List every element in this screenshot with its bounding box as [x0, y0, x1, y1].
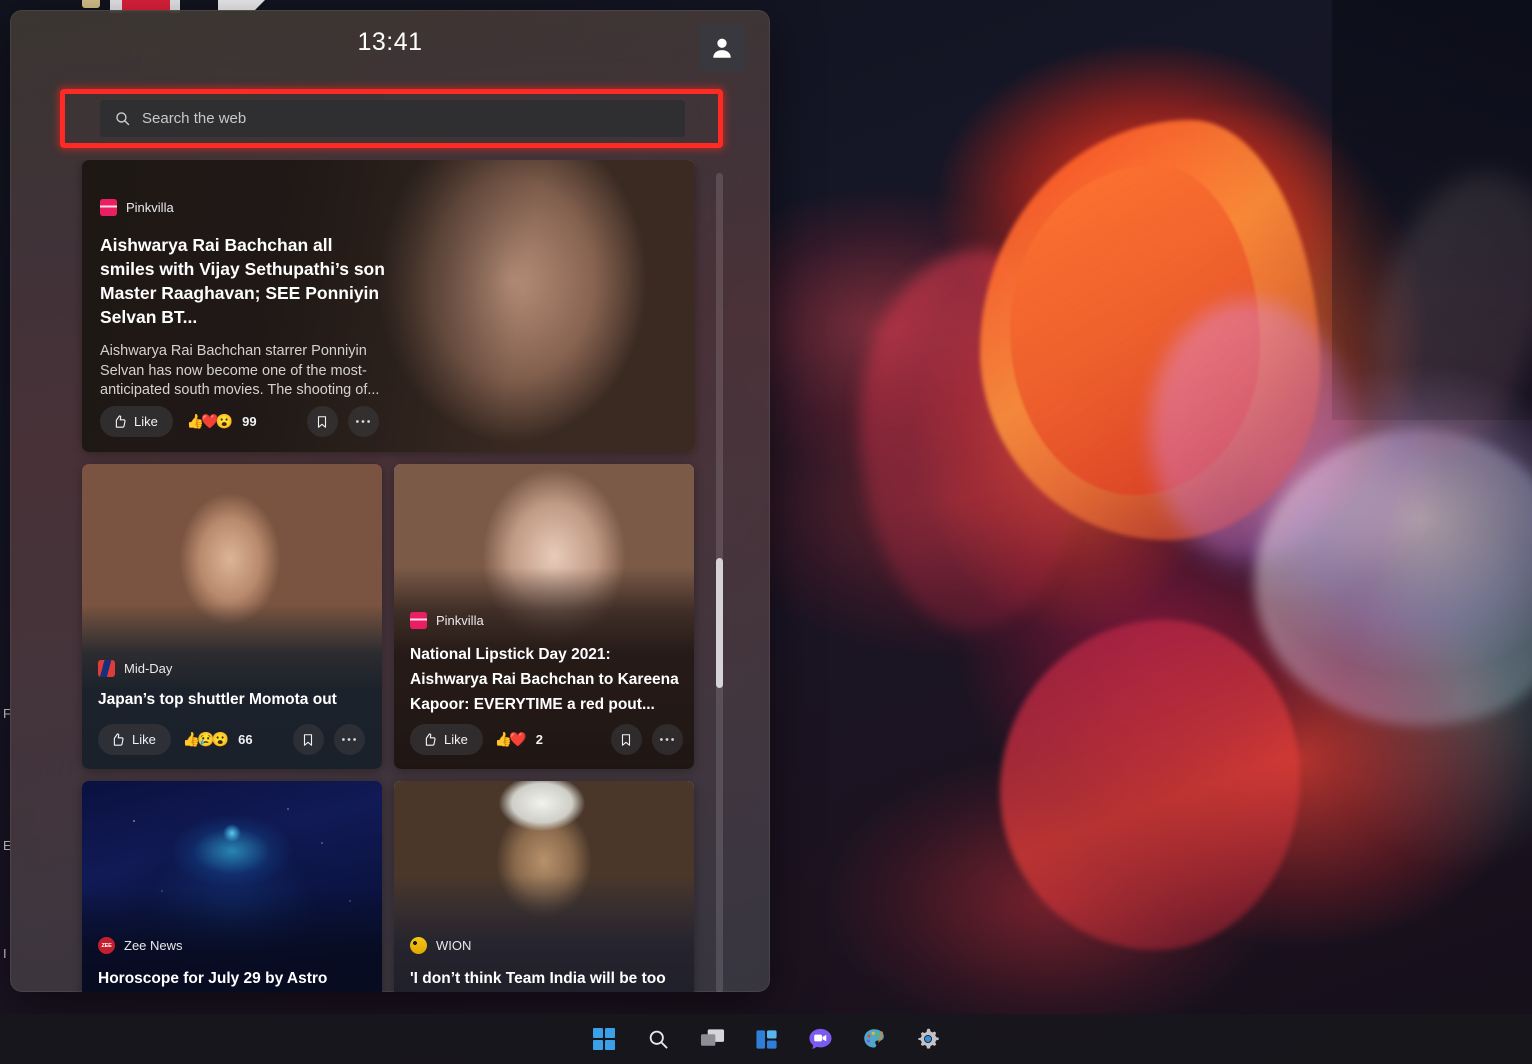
- chat-video-icon: [808, 1027, 833, 1051]
- news-card[interactable]: Pinkvilla Aishwarya Rai Bachchan all smi…: [82, 160, 695, 452]
- source-name: Zee News: [124, 938, 183, 953]
- bookmark-icon: [301, 732, 315, 748]
- news-card[interactable]: ZEE Zee News Horoscope for July 29 by As…: [82, 781, 382, 992]
- ellipsis-icon: [341, 737, 357, 742]
- card-title: Aishwarya Rai Bachchan all smiles with V…: [100, 233, 390, 329]
- wallpaper-ribbon: [1220, 392, 1532, 769]
- reaction-count: 66: [238, 732, 252, 747]
- card-source[interactable]: Mid-Day: [98, 660, 172, 677]
- widgets-panel: 13:41 Search the web: [10, 10, 770, 992]
- card-title: Horoscope for July 29 by Astro Sundeep K…: [98, 966, 370, 992]
- thumbs-up-icon: [112, 414, 127, 429]
- ellipsis-icon: [355, 419, 371, 424]
- save-button[interactable]: [307, 406, 338, 437]
- source-logo-icon: [410, 612, 427, 629]
- card-actions: Like 👍😢😮 66: [98, 724, 365, 755]
- start-button[interactable]: [584, 1019, 624, 1059]
- save-button[interactable]: [611, 724, 642, 755]
- card-title: National Lipstick Day 2021: Aishwarya Ra…: [410, 642, 682, 717]
- source-name: Mid-Day: [124, 661, 172, 676]
- thumbs-up-icon: [422, 732, 437, 747]
- more-options-button[interactable]: [348, 406, 379, 437]
- thumbs-up-icon: [110, 732, 125, 747]
- reaction-emojis: 👍😢😮: [183, 731, 226, 748]
- card-source[interactable]: Pinkvilla: [100, 199, 390, 216]
- source-name: WION: [436, 938, 471, 953]
- window-fragment: [82, 0, 100, 8]
- windows-logo-icon: [593, 1028, 615, 1050]
- like-label: Like: [444, 732, 468, 747]
- like-label: Like: [134, 414, 158, 429]
- gear-icon: [916, 1027, 940, 1051]
- like-label: Like: [132, 732, 156, 747]
- card-source[interactable]: ZEE Zee News: [98, 937, 183, 954]
- card-source[interactable]: WION: [410, 937, 471, 954]
- avatar[interactable]: [699, 25, 745, 71]
- task-view-button[interactable]: [692, 1019, 732, 1059]
- person-icon: [709, 35, 735, 61]
- card-description: Aishwarya Rai Bachchan starrer Ponniyin …: [100, 342, 390, 401]
- clock: 13:41: [10, 28, 770, 57]
- card-actions: Like 👍❤️😮 99: [100, 406, 379, 437]
- source-logo-icon: [98, 660, 115, 677]
- wallpaper-ribbon: [980, 120, 1320, 540]
- search-highlight-region: Search the web: [60, 89, 723, 148]
- reaction-emojis: 👍❤️: [495, 731, 524, 748]
- news-card[interactable]: Mid-Day Japan’s top shuttler Momota out …: [82, 464, 382, 769]
- desktop-screen: F E I 13:41 Search the web: [0, 0, 1532, 1064]
- widgets-icon: [755, 1028, 778, 1051]
- news-card[interactable]: WION 'I don’t think Team India will be t…: [394, 781, 694, 992]
- widgets-header: 13:41: [10, 10, 770, 96]
- widgets-button[interactable]: [746, 1019, 786, 1059]
- reactions[interactable]: 👍❤️ 2: [495, 731, 543, 748]
- search-placeholder: Search the web: [142, 110, 246, 127]
- reaction-count: 2: [536, 732, 543, 747]
- more-options-button[interactable]: [334, 724, 365, 755]
- task-view-icon: [700, 1028, 725, 1050]
- card-scrim: [394, 781, 694, 992]
- like-button[interactable]: Like: [410, 724, 483, 755]
- more-options-button[interactable]: [652, 724, 683, 755]
- save-button[interactable]: [293, 724, 324, 755]
- bookmark-icon: [315, 414, 329, 430]
- card-source[interactable]: Pinkvilla: [410, 612, 484, 629]
- search-icon: [647, 1028, 670, 1051]
- bookmark-icon: [619, 732, 633, 748]
- wallpaper-vignette: [1332, 0, 1532, 420]
- source-logo-icon: ZEE: [98, 937, 115, 954]
- edge-text-fragment: I: [3, 946, 7, 961]
- reactions[interactable]: 👍❤️😮 99: [187, 413, 257, 430]
- source-logo-icon: [100, 199, 117, 216]
- news-card[interactable]: Pinkvilla National Lipstick Day 2021: Ai…: [394, 464, 694, 769]
- reaction-emojis: 👍❤️😮: [187, 413, 230, 430]
- feed-scrollbar-thumb[interactable]: [716, 558, 723, 688]
- search-input[interactable]: Search the web: [100, 100, 685, 137]
- card-title: Japan’s top shuttler Momota out: [98, 690, 368, 710]
- feed-scrollbar-track[interactable]: [716, 173, 723, 992]
- source-name: Pinkvilla: [126, 200, 174, 215]
- like-button[interactable]: Like: [98, 724, 171, 755]
- wallpaper-ribbon: [1000, 620, 1300, 950]
- wallpaper-ribbon: [1010, 165, 1260, 495]
- card-actions: Like 👍❤️ 2: [410, 724, 683, 755]
- paint-palette-icon: [862, 1027, 886, 1051]
- card-scrim: [82, 781, 382, 992]
- wallpaper-ribbon: [860, 250, 1080, 630]
- reaction-count: 99: [242, 414, 256, 429]
- search-button[interactable]: [638, 1019, 678, 1059]
- source-logo-icon: [410, 937, 427, 954]
- search-icon: [114, 110, 131, 127]
- source-name: Pinkvilla: [436, 613, 484, 628]
- reactions[interactable]: 👍😢😮 66: [183, 731, 253, 748]
- ellipsis-icon: [659, 737, 675, 742]
- settings-button[interactable]: [908, 1019, 948, 1059]
- card-title: 'I don’t think Team India will be too wo…: [410, 966, 682, 992]
- paint-button[interactable]: [854, 1019, 894, 1059]
- taskbar: [0, 1014, 1532, 1064]
- like-button[interactable]: Like: [100, 406, 173, 437]
- wallpaper-ribbon: [1150, 300, 1350, 560]
- widgets-feed: Pinkvilla Aishwarya Rai Bachchan all smi…: [10, 160, 770, 992]
- chat-button[interactable]: [800, 1019, 840, 1059]
